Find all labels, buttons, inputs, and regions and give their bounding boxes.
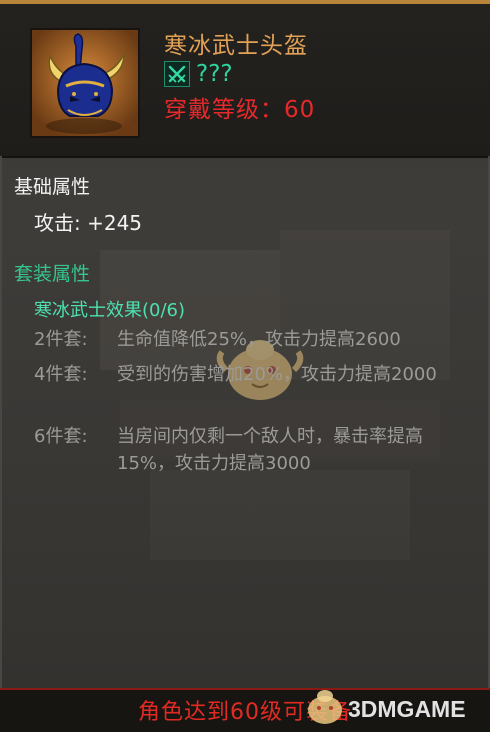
attack-value: 攻击: +245 — [34, 211, 143, 235]
set-short-name: ??? — [196, 61, 233, 87]
set-bonus-tag: 4件套: — [34, 364, 88, 385]
set-bonus-tag: 6件套: — [34, 426, 88, 447]
set-attributes-title: 套装属性 — [14, 263, 91, 285]
item-tooltip-panel: 寒冰武士头盔 ??? 穿戴等级：60 基础属性 攻击: +245 套装属性 寒冰… — [0, 0, 490, 732]
set-bonus-tag: 2件套: — [34, 329, 88, 350]
panel-left-border — [0, 156, 2, 688]
crossed-swords-icon — [164, 61, 190, 87]
watermark-text: 3DMGAME — [348, 696, 466, 722]
horned-helmet-icon — [32, 30, 138, 136]
required-level: 穿戴等级：60 — [164, 97, 316, 123]
watermark-logo-icon — [308, 690, 342, 724]
set-bonus-desc: 当房间内仅剩一个敌人时，暴击率提高15%，攻击力提高3000 — [117, 426, 423, 474]
set-bonus-6: 6件套: 当房间内仅剩一个敌人时，暴击率提高15%，攻击力提高3000 — [34, 423, 474, 477]
item-icon-frame — [30, 28, 140, 138]
item-header: 寒冰武士头盔 ??? 穿戴等级：60 — [0, 4, 490, 158]
set-bonus-4: 4件套: 受到的伤害增加20%，攻击力提高2000 — [34, 361, 474, 388]
site-watermark: 3DMGAME — [300, 684, 490, 730]
set-bonus-desc: 生命值降低25%，攻击力提高2600 — [117, 329, 401, 350]
set-bonus-2: 2件套: 生命值降低25%，攻击力提高2600 — [34, 326, 474, 353]
base-attributes-title: 基础属性 — [14, 176, 91, 198]
set-effect-title: 寒冰武士效果(0/6) — [34, 300, 186, 321]
item-name: 寒冰武士头盔 — [164, 33, 308, 59]
set-bonus-desc: 受到的伤害增加20%，攻击力提高2000 — [117, 364, 437, 385]
set-indicator: ??? — [164, 60, 233, 88]
